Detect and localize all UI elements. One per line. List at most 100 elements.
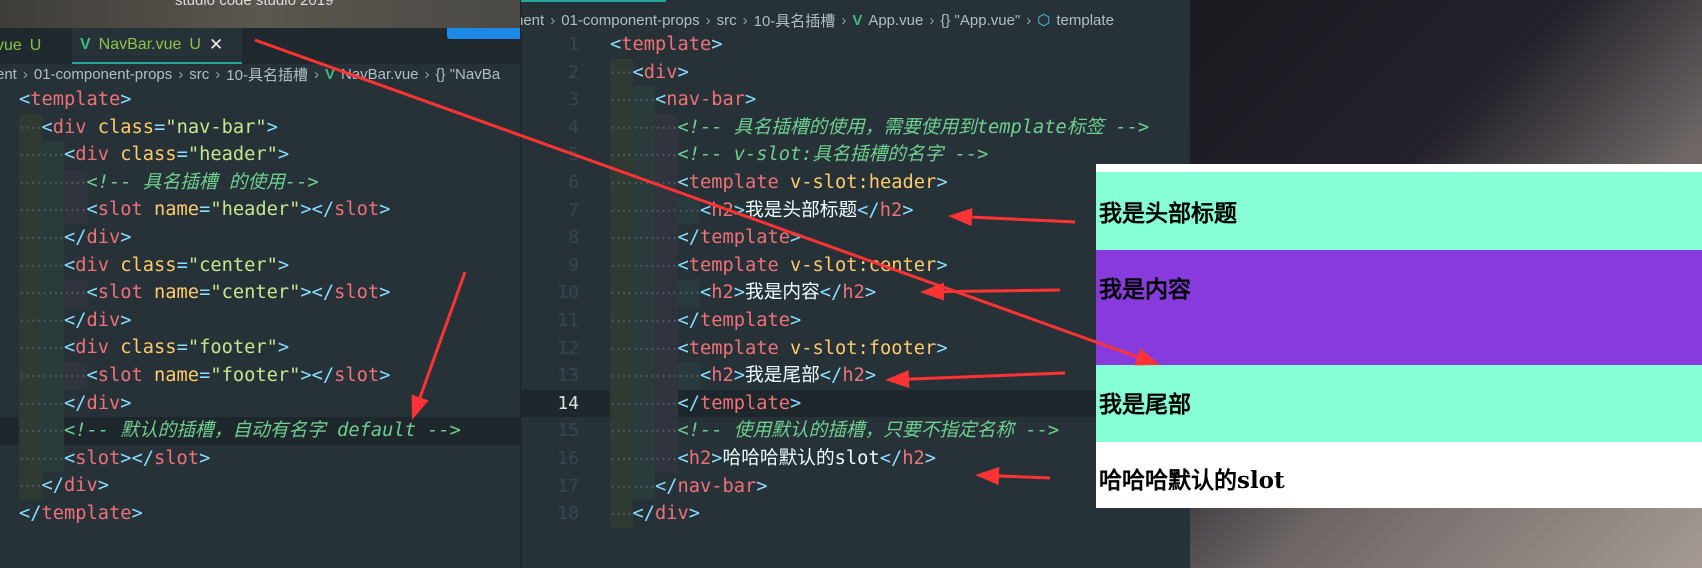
- breadcrumb-item[interactable]: src: [717, 12, 737, 29]
- tab-app-vue[interactable]: vue U: [0, 28, 51, 64]
- code-line[interactable]: 17 </nav-bar>: [521, 472, 1190, 501]
- toolbar-button[interactable]: [447, 28, 520, 39]
- indent-guide: [610, 141, 633, 169]
- indent-guide: [655, 445, 678, 473]
- code-line[interactable]: 8 </template>: [521, 224, 1190, 252]
- code-line[interactable]: <div class="nav-bar">: [0, 113, 520, 142]
- code-token: "footer": [187, 337, 278, 359]
- code-token: >: [199, 447, 211, 469]
- code-line[interactable]: 13 <h2>我是尾部</h2>: [521, 362, 1190, 390]
- code-token: >: [277, 144, 290, 166]
- code-line[interactable]: <div class="header">: [0, 141, 520, 169]
- code-line[interactable]: 2 <div>: [521, 58, 1190, 87]
- code-line[interactable]: 4 <!-- 具名插槽的使用，需要使用到template标签 -->: [521, 113, 1190, 142]
- cube-icon: ⬡: [1037, 12, 1051, 29]
- code-line[interactable]: <!-- 默认的插槽，自动有名字 default -->: [0, 417, 520, 445]
- code-token: "header": [210, 199, 301, 221]
- active-tab-indicator: [521, 0, 666, 2]
- code-token: template: [688, 172, 779, 193]
- code-line[interactable]: </div>: [0, 224, 520, 252]
- code-line[interactable]: </div>: [0, 306, 520, 335]
- indent-guide: [19, 444, 42, 473]
- indent-guide: [19, 362, 42, 390]
- code-line[interactable]: 16 <h2>哈哈哈默认的slot</h2>: [521, 445, 1190, 473]
- code-line[interactable]: 7 <h2>我是头部标题</h2>: [521, 196, 1190, 225]
- breadcrumb-item[interactable]: 01-component-props: [34, 66, 172, 83]
- code-token: </: [632, 503, 656, 525]
- code-line[interactable]: <slot name="center"></slot>: [0, 279, 520, 307]
- code-token: h2: [711, 365, 734, 387]
- breadcrumb-item[interactable]: 10-具名插槽: [754, 10, 836, 31]
- indent-guide: [632, 251, 655, 280]
- code-token: <!-- 具名插槽 的使用-->: [86, 171, 319, 193]
- indent-guide: [19, 113, 42, 142]
- breadcrumb-item[interactable]: {} "NavBa: [436, 66, 501, 83]
- code-token: </: [655, 475, 678, 497]
- code-line[interactable]: 15 <!-- 使用默认的插槽，只要不指定名称 -->: [521, 417, 1190, 445]
- code-line[interactable]: 1 <template>: [521, 31, 1190, 59]
- code-token: template: [700, 392, 791, 414]
- indent-guide: [677, 362, 700, 390]
- indent-guide: [41, 196, 64, 224]
- code-line[interactable]: 9 <template v-slot:center>: [521, 251, 1190, 280]
- code-line[interactable]: 11 </template>: [521, 307, 1190, 335]
- code-line[interactable]: </div>: [0, 472, 520, 500]
- code-token: slot: [334, 282, 380, 304]
- code-line[interactable]: <!-- 具名插槽 的使用-->: [0, 168, 520, 197]
- breadcrumb-item[interactable]: ent: [0, 66, 17, 83]
- code-token: =: [176, 144, 188, 166]
- header-slot-band: 我是头部标题: [1096, 172, 1702, 250]
- breadcrumb-item[interactable]: 10-具名插槽: [226, 64, 308, 85]
- code-token: >: [711, 34, 723, 55]
- code-line[interactable]: 14 </template>: [521, 389, 1190, 418]
- code-line[interactable]: <slot></slot>: [0, 444, 520, 473]
- code-line[interactable]: 6 <template v-slot:header>: [521, 169, 1190, 197]
- code-line[interactable]: <div class="center">: [0, 251, 520, 280]
- indent-guide: [41, 251, 64, 280]
- code-line[interactable]: 12 <template v-slot:footer>: [521, 334, 1190, 363]
- indent-guide: [41, 306, 64, 335]
- indent-guide: [632, 141, 655, 169]
- code-token: >: [733, 199, 746, 221]
- close-icon[interactable]: ✕: [209, 35, 223, 55]
- code-token: >: [120, 392, 132, 414]
- code-line[interactable]: </template>: [0, 500, 520, 528]
- code-line[interactable]: <slot name="footer"></slot>: [0, 362, 520, 390]
- indent-guide: [632, 362, 655, 390]
- code-token: >: [936, 172, 948, 193]
- tab-navbar-vue[interactable]: V NavBar.vue U ✕: [72, 28, 242, 64]
- indent-guide: [610, 224, 633, 252]
- code-token: div: [655, 503, 689, 525]
- breadcrumb-item[interactable]: NavBar.vue: [341, 66, 419, 83]
- code-line[interactable]: <slot name="header"></slot>: [0, 196, 520, 224]
- tab-label: vue: [0, 37, 22, 54]
- code-token: v-slot:center: [790, 254, 937, 276]
- indent-guide: [610, 362, 633, 390]
- code-line[interactable]: </div>: [0, 389, 520, 418]
- code-token: </: [19, 503, 42, 524]
- code-line[interactable]: 5 <!-- v-slot:具名插槽的名字 -->: [521, 141, 1190, 169]
- code-token: slot: [97, 365, 143, 386]
- indent-guide: [632, 472, 655, 501]
- breadcrumb-item[interactable]: template: [1056, 12, 1114, 29]
- code-token: >: [745, 89, 757, 111]
- indent-guide: [19, 196, 42, 224]
- breadcrumb-item[interactable]: App.vue: [868, 12, 923, 29]
- code-line[interactable]: <div class="footer">: [0, 334, 520, 362]
- breadcrumb-item[interactable]: {} "App.vue": [940, 12, 1020, 29]
- code-token: div: [86, 309, 121, 331]
- code-line[interactable]: <template>: [0, 86, 520, 114]
- breadcrumb-item[interactable]: 01-component-props: [561, 12, 699, 29]
- code-line[interactable]: 10 <h2>我是内容</h2>: [521, 279, 1190, 307]
- code-line[interactable]: 18 </div>: [521, 500, 1190, 528]
- code-token: >: [120, 89, 132, 110]
- indent-guide: [610, 251, 633, 280]
- indent-guide: [655, 307, 678, 335]
- code-line[interactable]: 3 <nav-bar>: [521, 86, 1190, 114]
- breadcrumb-item[interactable]: src: [189, 66, 209, 83]
- breadcrumb-item[interactable]: nent: [521, 12, 544, 29]
- indent-guide: [41, 362, 64, 390]
- code-token: =: [199, 365, 211, 386]
- code-token: div: [86, 227, 121, 248]
